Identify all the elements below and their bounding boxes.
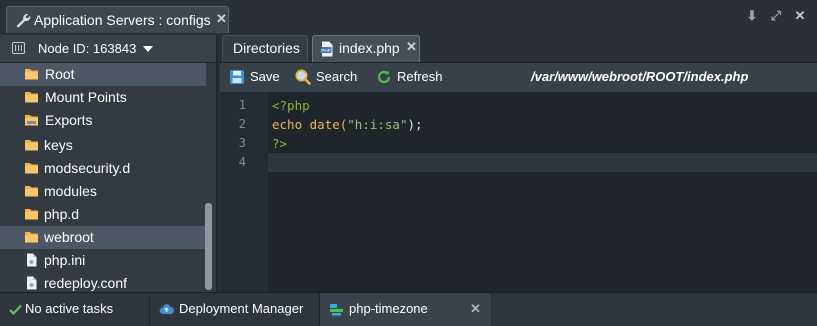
close-file-tab-icon[interactable]: ✕ <box>406 39 417 55</box>
folder-icon <box>25 69 38 80</box>
code-token: ); <box>407 117 423 132</box>
search-icon <box>295 69 311 85</box>
tab-application-servers[interactable]: Application Servers : configs ✕ <box>6 6 229 33</box>
editor-toolbar: Save Search Refresh /var/www/webroot/ROO… <box>220 63 817 93</box>
node-label: Node ID: 163843 <box>38 41 137 56</box>
file-icon <box>27 276 37 290</box>
tree-item-mount-points[interactable]: Mount Points <box>0 86 206 109</box>
tree-item-keys[interactable]: keys <box>0 134 206 157</box>
code-line: 1 <?php <box>220 96 817 115</box>
window-controls: ⬇ ⤢ ✕ <box>745 8 807 24</box>
tree-item-label: Root <box>45 66 75 82</box>
sidebar-scrollbar[interactable] <box>205 203 212 290</box>
refresh-label: Refresh <box>397 69 443 84</box>
editor-tab-bar: Directories PHP index.php ✕ <box>218 35 817 63</box>
php-timezone-tab[interactable]: php-timezone ✕ <box>320 293 492 326</box>
tab-title: Application Servers : configs <box>34 12 211 28</box>
cloud-upload-icon <box>159 304 174 315</box>
save-label: Save <box>250 69 280 84</box>
tree-item-label: php.d <box>44 206 80 222</box>
tree-item-root[interactable]: Root <box>0 63 206 86</box>
expand-icon[interactable]: ⤢ <box>769 8 783 24</box>
tree-item-exports[interactable]: Exports <box>0 109 206 132</box>
tree-item-label: php.ini <box>44 252 86 268</box>
chevron-down-icon[interactable] <box>143 46 153 52</box>
tasks-label: No active tasks <box>25 301 114 316</box>
code-line: 2 echo date("h:i:sa"); <box>220 115 817 134</box>
tree-item-webroot[interactable]: webroot <box>0 226 206 249</box>
folder-icon <box>25 186 38 197</box>
server-icon <box>12 42 25 54</box>
tab-directories-label: Directories <box>233 40 300 56</box>
environment-icon <box>330 304 343 316</box>
tree-item-php-ini[interactable]: php.ini <box>0 249 206 272</box>
code-line: 3 ?> <box>220 134 817 153</box>
folder-icon <box>25 140 38 151</box>
status-bar: No active tasks Deployment Manager php-t… <box>0 292 817 326</box>
close-window-icon[interactable]: ✕ <box>793 8 807 24</box>
search-label: Search <box>316 69 358 84</box>
tab-directories[interactable]: Directories <box>222 35 308 62</box>
deployment-manager-tab[interactable]: Deployment Manager <box>150 293 320 326</box>
tab-index-php[interactable]: PHP index.php ✕ <box>312 35 420 62</box>
php-timezone-label: php-timezone <box>349 301 428 316</box>
php-file-icon: PHP <box>320 41 333 57</box>
check-icon <box>9 304 22 316</box>
line-number: 3 <box>238 136 246 150</box>
close-env-icon[interactable]: ✕ <box>470 301 481 317</box>
code-text: <?php <box>272 98 310 113</box>
line-number: 4 <box>238 155 246 169</box>
tree-item-label: redeploy.conf <box>44 275 128 291</box>
svg-text:PHP: PHP <box>321 48 330 53</box>
folder-icon <box>25 92 38 103</box>
code-line: 4 <box>220 153 268 172</box>
tab-file-label: index.php <box>339 40 400 56</box>
tree-item-label: Exports <box>45 112 93 128</box>
deployment-manager-label: Deployment Manager <box>179 301 304 316</box>
folder-icon <box>25 232 38 243</box>
folder-icon <box>25 209 38 220</box>
node-selector[interactable]: Node ID: 163843 <box>0 35 216 63</box>
file-tree-sidebar: Node ID: 163843 Root Mount Points Export… <box>0 35 218 292</box>
window-tab-bar: Application Servers : configs ✕ ⬇ ⤢ ✕ <box>0 0 817 36</box>
tree-item-modsecurity[interactable]: modsecurity.d <box>0 157 206 180</box>
tree-item-label: modules <box>44 183 97 199</box>
code-editor[interactable]: 1 <?php 2 echo date("h:i:sa"); 3 ?> 4 <box>220 93 817 292</box>
line-number: 1 <box>238 98 246 112</box>
active-code-line <box>268 153 817 172</box>
file-icon <box>27 253 37 267</box>
tree-item-label: modsecurity.d <box>44 160 131 176</box>
code-token: "h:i:sa" <box>347 117 408 132</box>
save-icon <box>230 70 244 84</box>
code-text: echo date("h:i:sa"); <box>272 117 423 132</box>
file-path: /var/www/webroot/ROOT/index.php <box>531 69 749 84</box>
tree-item-modules[interactable]: modules <box>0 180 206 203</box>
code-token: echo date( <box>272 117 348 132</box>
tasks-status[interactable]: No active tasks <box>0 293 150 326</box>
code-text: ?> <box>272 136 288 151</box>
tree-item-label: keys <box>44 137 73 153</box>
wrench-icon <box>16 13 31 28</box>
folder-export-icon <box>25 115 38 126</box>
folder-icon <box>25 163 38 174</box>
line-number: 2 <box>238 117 246 131</box>
tree-item-php-d[interactable]: php.d <box>0 203 206 226</box>
close-tab-icon[interactable]: ✕ <box>216 11 227 27</box>
tree-item-label: Mount Points <box>45 89 127 105</box>
download-icon[interactable]: ⬇ <box>745 8 759 24</box>
refresh-icon <box>377 70 391 84</box>
tree-item-label: webroot <box>44 229 94 245</box>
